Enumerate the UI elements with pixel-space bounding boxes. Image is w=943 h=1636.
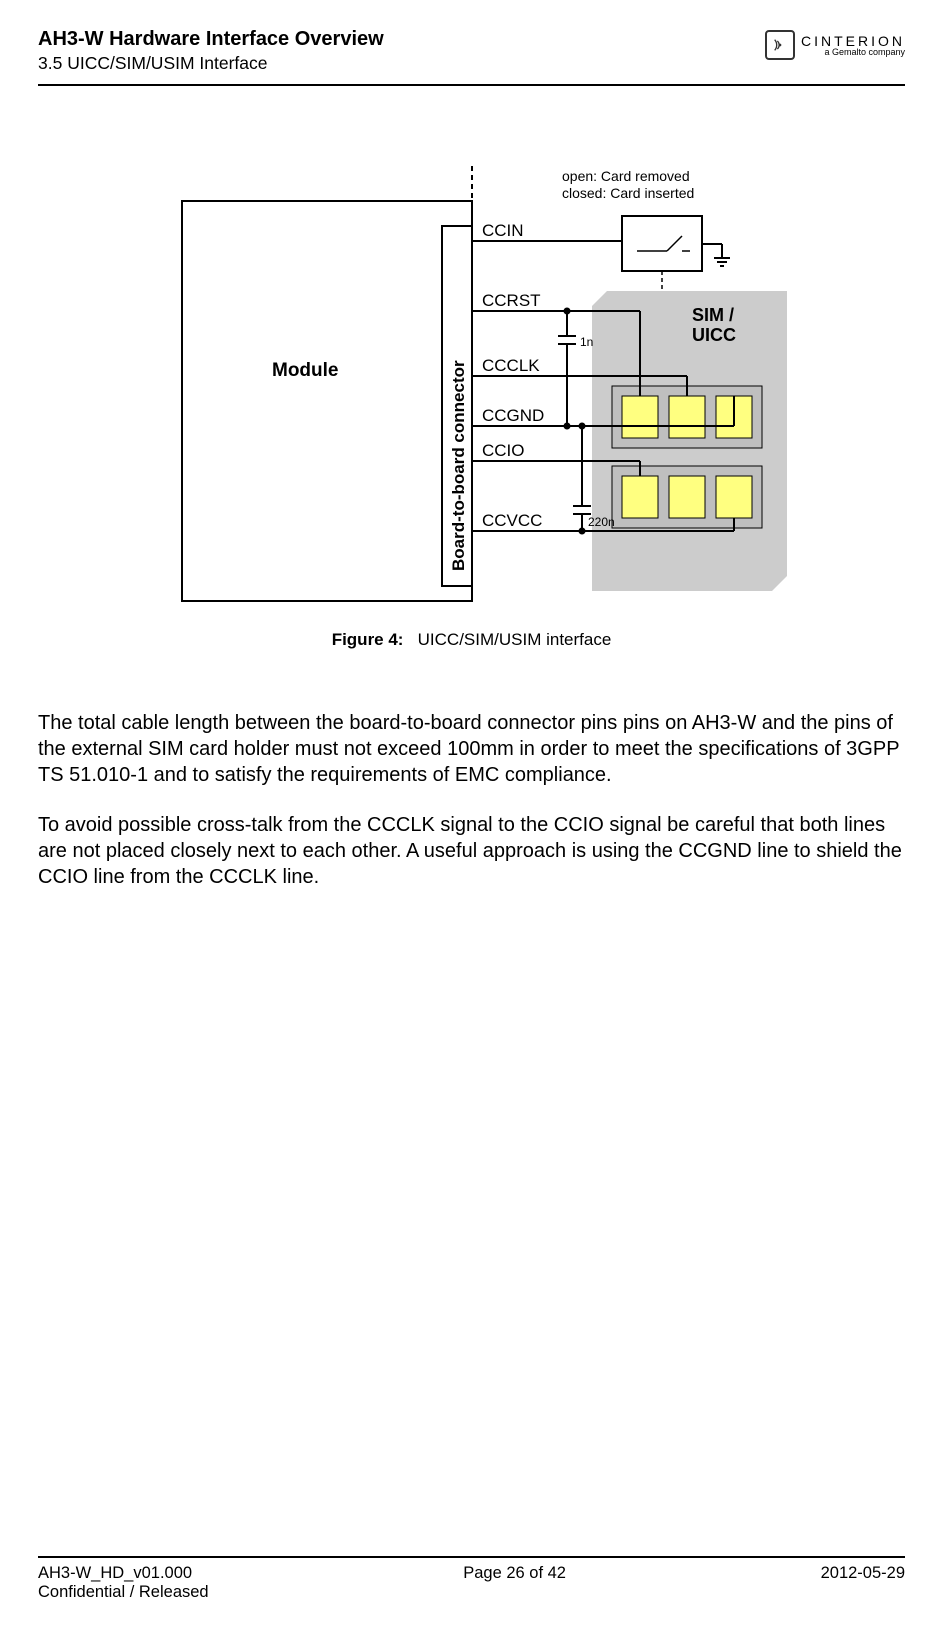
page-header: AH3-W Hardware Interface Overview 3.5 UI…	[38, 28, 905, 74]
doc-section: 3.5 UICC/SIM/USIM Interface	[38, 53, 384, 74]
diagram-svg: Module Board-to-board connector SIM / UI…	[122, 146, 822, 616]
label-ccclk: CCCLK	[482, 356, 540, 375]
body-text: The total cable length between the board…	[38, 710, 905, 890]
switch-note-line2: closed: Card inserted	[562, 185, 694, 201]
footer-date: 2012-05-29	[821, 1564, 905, 1602]
sim-contact-pad	[669, 396, 705, 438]
footer-confidentiality: Confidential / Released	[38, 1583, 209, 1602]
logo-mark-icon	[765, 30, 795, 60]
footer-page-number: Page 26 of 42	[463, 1564, 566, 1602]
sim-contact-pad	[622, 476, 658, 518]
footer-rule	[38, 1556, 905, 1558]
switch-note-line1: open: Card removed	[562, 168, 690, 184]
figure-number: Figure 4:	[332, 630, 404, 649]
brand-logo: CINTERION a Gemalto company	[765, 30, 905, 60]
cap-1n-label: 1n	[580, 335, 593, 349]
label-ccin: CCIN	[482, 221, 524, 240]
sim-contact-pad	[622, 396, 658, 438]
header-rule	[38, 84, 905, 86]
cap-220n-label: 220n	[588, 515, 615, 529]
sim-label-line1: SIM /	[692, 305, 734, 325]
figure-caption: Figure 4: UICC/SIM/USIM interface	[38, 630, 905, 650]
module-box	[182, 201, 472, 601]
switch-box	[622, 216, 702, 271]
sim-label-line2: UICC	[692, 325, 736, 345]
paragraph-1: The total cable length between the board…	[38, 710, 905, 788]
page-footer: AH3-W_HD_v01.000 Confidential / Released…	[38, 1556, 905, 1602]
signal-icon	[772, 37, 788, 53]
diagram: Module Board-to-board connector SIM / UI…	[122, 146, 822, 616]
logo-text: CINTERION a Gemalto company	[801, 33, 905, 57]
module-label: Module	[272, 360, 339, 381]
footer-doc-id: AH3-W_HD_v01.000	[38, 1564, 209, 1583]
doc-title: AH3-W Hardware Interface Overview	[38, 28, 384, 51]
paragraph-2: To avoid possible cross-talk from the CC…	[38, 812, 905, 890]
label-ccio: CCIO	[482, 441, 525, 460]
footer-left: AH3-W_HD_v01.000 Confidential / Released	[38, 1564, 209, 1602]
label-ccrst: CCRST	[482, 291, 541, 310]
sim-contact-pad	[669, 476, 705, 518]
page-root: AH3-W Hardware Interface Overview 3.5 UI…	[0, 0, 943, 1636]
label-ccvcc: CCVCC	[482, 511, 542, 530]
header-titles: AH3-W Hardware Interface Overview 3.5 UI…	[38, 28, 384, 74]
sim-contact-pad	[716, 476, 752, 518]
figure-caption-text: UICC/SIM/USIM interface	[418, 630, 612, 649]
label-ccgnd: CCGND	[482, 406, 544, 425]
connector-label: Board-to-board connector	[449, 360, 468, 571]
